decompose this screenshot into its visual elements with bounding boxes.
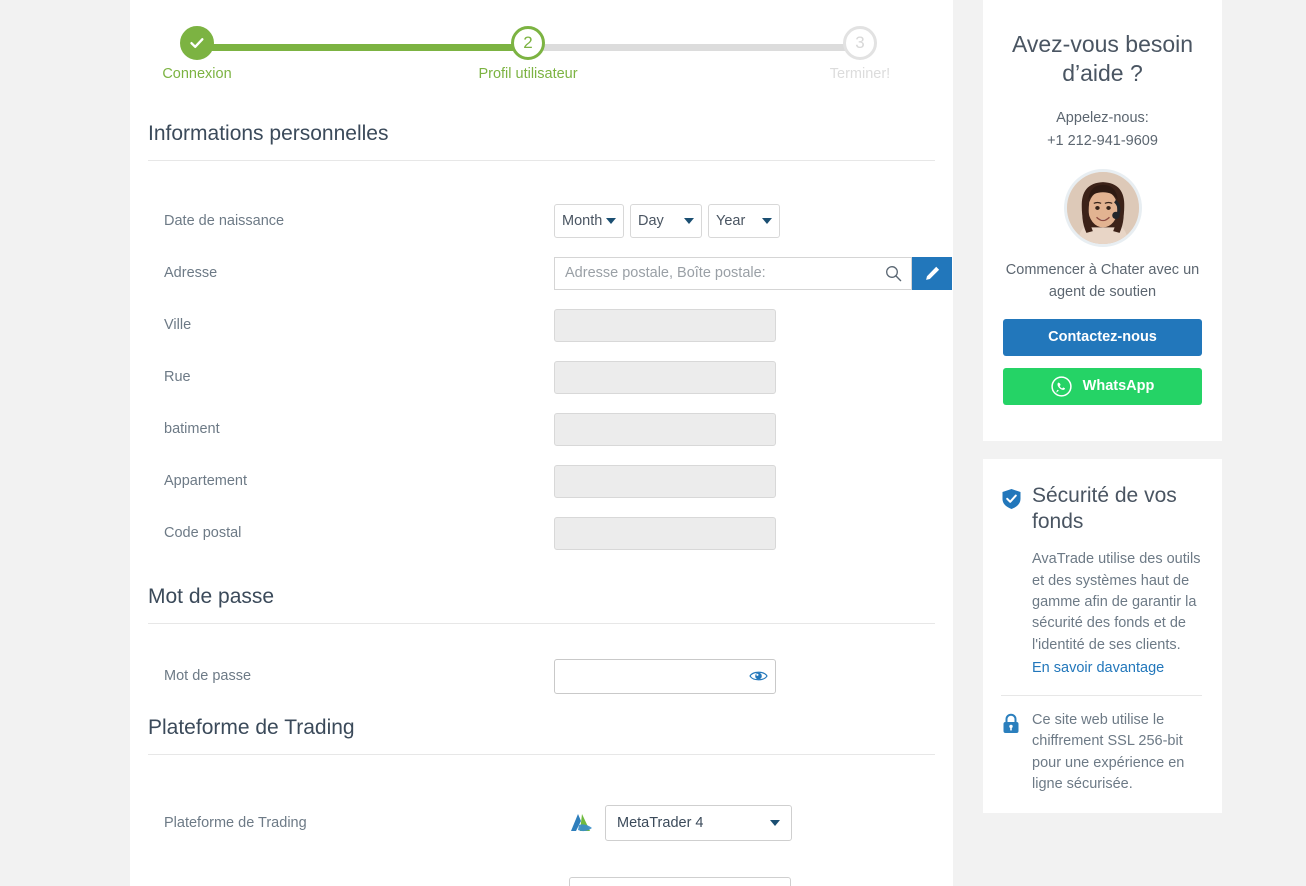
label-apartment: Appartement: [164, 473, 248, 489]
ssl-info-row: Ce site web utilise le chiffrement SSL 2…: [1001, 710, 1202, 795]
security-card-body: AvaTrade utilise des outils et des systè…: [1032, 551, 1201, 653]
trading-platform-value: MetaTrader 4: [617, 815, 704, 831]
password-field-group: [554, 658, 776, 694]
label-postal-code: Code postal: [164, 525, 242, 541]
label-building: batiment: [164, 421, 220, 437]
learn-more-link[interactable]: En savoir davantage: [1032, 658, 1164, 679]
chevron-down-icon: [606, 218, 617, 224]
step-2-circle: 2: [511, 26, 545, 60]
row-apartment: Appartement: [164, 455, 953, 507]
eye-icon: [749, 671, 768, 681]
row-trading-platform: Plateforme de Trading MetaTrader 4: [164, 797, 953, 849]
row-password: Mot de passe: [164, 650, 953, 702]
support-agent-avatar: [1063, 169, 1142, 248]
whatsapp-button-label: WhatsApp: [1082, 378, 1155, 395]
start-chat-text: Commencer à Chater avec un agent de sout…: [1005, 262, 1200, 300]
building-input[interactable]: [554, 412, 776, 446]
trading-platform-field-group: MetaTrader 4: [569, 805, 792, 841]
support-phone-number[interactable]: +1 212-941-9609: [1003, 130, 1202, 153]
row-address: Adresse: [164, 247, 953, 299]
whatsapp-button[interactable]: WhatsApp: [1003, 367, 1202, 405]
card-divider: [1001, 695, 1202, 697]
whatsapp-icon: [1051, 376, 1072, 397]
security-card-header: Sécurité de vos fonds: [1001, 483, 1202, 536]
row-street: Rue: [164, 351, 953, 403]
pencil-icon: [925, 266, 939, 280]
ssl-info-text: Ce site web utilise le chiffrement SSL 2…: [1032, 712, 1185, 793]
dob-year-select[interactable]: Year: [708, 204, 780, 238]
row-city: Ville: [164, 299, 953, 351]
trading-platform-select[interactable]: MetaTrader 4: [605, 805, 792, 841]
step-3-circle: 3: [843, 26, 877, 60]
street-input[interactable]: [554, 360, 776, 394]
password-input[interactable]: [554, 658, 776, 694]
row-postal-code: Code postal: [164, 507, 953, 559]
dob-day-value: Day: [638, 213, 664, 229]
show-password-eye-icon[interactable]: [749, 670, 768, 683]
lock-icon: [1003, 713, 1019, 734]
chevron-down-icon: [684, 218, 694, 224]
label-trading-platform: Plateforme de Trading: [164, 815, 307, 831]
dob-month-select[interactable]: Month: [554, 204, 624, 238]
row-building: batiment: [164, 403, 953, 455]
chevron-down-icon: [762, 218, 772, 224]
step-1-label: Connexion: [162, 66, 232, 82]
metatrader-icon: [571, 814, 592, 832]
help-card-title: Avez-vous besoin d’aide ?: [1011, 31, 1194, 87]
label-password: Mot de passe: [164, 668, 252, 684]
check-icon: [190, 38, 204, 48]
apartment-input[interactable]: [554, 464, 776, 498]
city-input[interactable]: [554, 308, 776, 342]
dob-day-select[interactable]: Day: [630, 204, 702, 238]
postal-code-input[interactable]: [554, 516, 776, 550]
dob-month-value: Month: [562, 213, 603, 229]
section-title-password: Mot de passe: [148, 585, 935, 624]
label-date-of-birth: Date de naissance: [164, 213, 285, 229]
support-sidebar: Avez-vous besoin d’aide ? Appelez-nous: …: [983, 0, 1222, 814]
signup-page: Connexion 2 Profil utilisateur 3 Termine…: [0, 0, 1306, 886]
step-2-profil[interactable]: 2 Profil utilisateur: [448, 26, 608, 82]
label-street: Rue: [164, 369, 191, 385]
section-title-personal-info: Informations personnelles: [148, 122, 935, 161]
step-2-label: Profil utilisateur: [478, 66, 578, 82]
call-us-label: Appelez-nous:: [1056, 109, 1149, 126]
date-of-birth-selects: Month Day Year: [554, 204, 786, 238]
label-city: Ville: [164, 317, 192, 333]
shield-check-icon: [1002, 488, 1021, 509]
base-currency-select[interactable]: USD: [569, 877, 791, 886]
progress-stepper: Connexion 2 Profil utilisateur 3 Termine…: [130, 0, 953, 92]
label-address: Adresse: [164, 265, 218, 281]
metatrader-logo-icon: [569, 811, 595, 835]
help-card: Avez-vous besoin d’aide ? Appelez-nous: …: [983, 0, 1222, 441]
step-3-terminer[interactable]: 3 Terminer!: [780, 26, 940, 82]
section-title-trading-platform: Plateforme de Trading: [148, 716, 935, 755]
agent-photo: [1066, 172, 1139, 245]
address-edit-button[interactable]: [912, 256, 952, 290]
security-card-title: Sécurité de vos fonds: [1032, 483, 1177, 533]
step-3-label: Terminer!: [829, 66, 891, 82]
address-search-input[interactable]: [554, 256, 876, 290]
step-1-circle: [180, 26, 214, 60]
contact-us-button[interactable]: Contactez-nous: [1003, 318, 1202, 356]
search-icon: [886, 265, 902, 281]
step-1-connexion[interactable]: Connexion: [117, 26, 277, 82]
security-card: Sécurité de vos fonds AvaTrade utilise d…: [983, 458, 1222, 814]
main-form-panel: Connexion 2 Profil utilisateur 3 Termine…: [130, 0, 953, 886]
row-base-currency: Devise de base USD: [164, 869, 953, 886]
address-field-group: [554, 256, 952, 290]
dob-year-value: Year: [716, 213, 746, 229]
address-search-button[interactable]: [876, 256, 912, 290]
chevron-down-icon: [770, 820, 780, 826]
row-date-of-birth: Date de naissance Month Day Year: [164, 195, 953, 247]
